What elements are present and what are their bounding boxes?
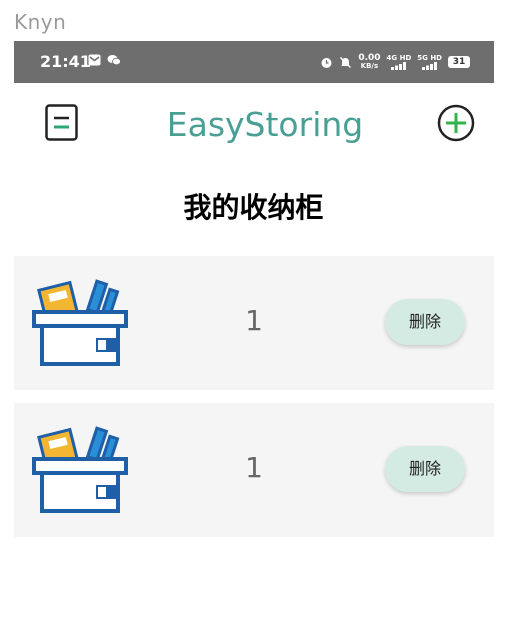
- sim2-label: 5G HD: [417, 54, 442, 62]
- wechat-icon: [107, 55, 121, 66]
- status-bar: 21:41 0.00 KB/s 4G HD 5G HD 31: [14, 41, 494, 83]
- sim2-signal: 5G HD: [417, 54, 442, 70]
- app-screen: Knyn 21:41 0.00 KB/s 4G HD 5G HD 31 Easy…: [0, 0, 507, 620]
- status-system-icons: 0.00 KB/s 4G HD 5G HD 31: [320, 50, 470, 74]
- cabinet-list: 1 删除 1 删除: [14, 256, 494, 550]
- mute-icon: [340, 56, 352, 68]
- storage-box-icon: [32, 426, 128, 513]
- net-speed: 0.00 KB/s: [358, 54, 380, 70]
- status-time: 21:41: [40, 52, 91, 71]
- alarm-icon: [321, 57, 332, 68]
- app-title: EasyStoring: [166, 105, 364, 144]
- battery-icon: 31: [448, 56, 470, 68]
- delete-button[interactable]: 删除: [385, 299, 465, 345]
- watermark-text: Knyn: [14, 10, 67, 34]
- cabinet-item[interactable]: 1 删除: [14, 256, 494, 390]
- signal-icon: [390, 62, 406, 70]
- net-speed-unit: KB/s: [360, 62, 379, 70]
- mail-icon: [88, 54, 101, 66]
- cabinet-item[interactable]: 1 删除: [14, 403, 494, 537]
- sim1-label: 4G HD: [386, 54, 412, 62]
- status-notification-icons: [88, 54, 121, 66]
- cabinet-count: 1: [245, 304, 263, 337]
- section-title: 我的收纳柜: [183, 191, 324, 224]
- storage-box-icon: [32, 279, 128, 366]
- cabinet-count: 1: [245, 451, 263, 484]
- delete-button[interactable]: 删除: [385, 446, 465, 492]
- signal-icon: [421, 62, 437, 70]
- sim1-signal: 4G HD: [386, 54, 412, 70]
- add-circle-icon[interactable]: [436, 103, 476, 143]
